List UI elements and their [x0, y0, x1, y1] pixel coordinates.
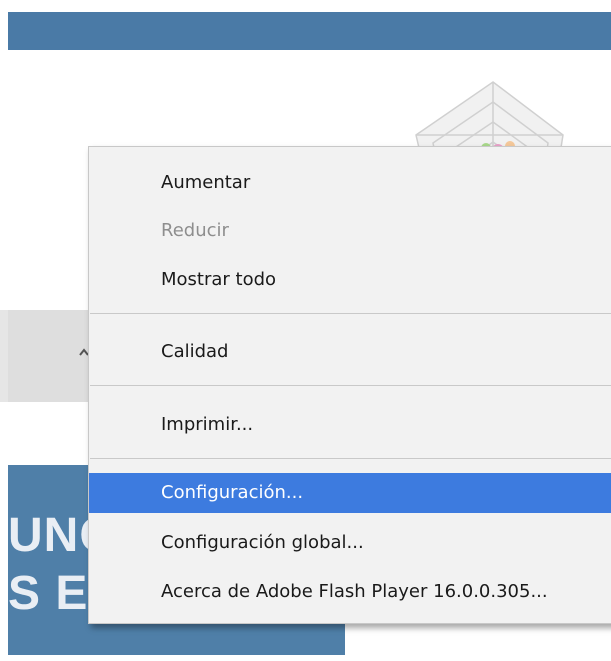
menu-separator: [90, 458, 611, 459]
menu-item-acerca-de[interactable]: Acerca de Adobe Flash Player 16.0.0.305.…: [89, 572, 611, 612]
header-bar: [0, 0, 611, 51]
menu-separator: [90, 313, 611, 314]
flash-content-area: UNC S E-I Aumentar Reducir Mostrar todo …: [0, 0, 611, 661]
menu-item-mostrar-todo[interactable]: Mostrar todo: [89, 260, 611, 300]
menu-item-aumentar[interactable]: Aumentar: [89, 163, 611, 203]
menu-item-configuracion[interactable]: Configuración...: [89, 473, 611, 513]
header-bar-fill: [8, 12, 611, 50]
context-menu[interactable]: Aumentar Reducir Mostrar todo Calidad Im…: [88, 146, 611, 624]
menu-item-reducir: Reducir: [161, 220, 229, 241]
menu-separator: [90, 385, 611, 386]
menu-item-configuracion-global[interactable]: Configuración global...: [89, 523, 611, 563]
menu-item-calidad[interactable]: Calidad: [89, 332, 611, 372]
menu-item-imprimir[interactable]: Imprimir...: [89, 405, 611, 445]
